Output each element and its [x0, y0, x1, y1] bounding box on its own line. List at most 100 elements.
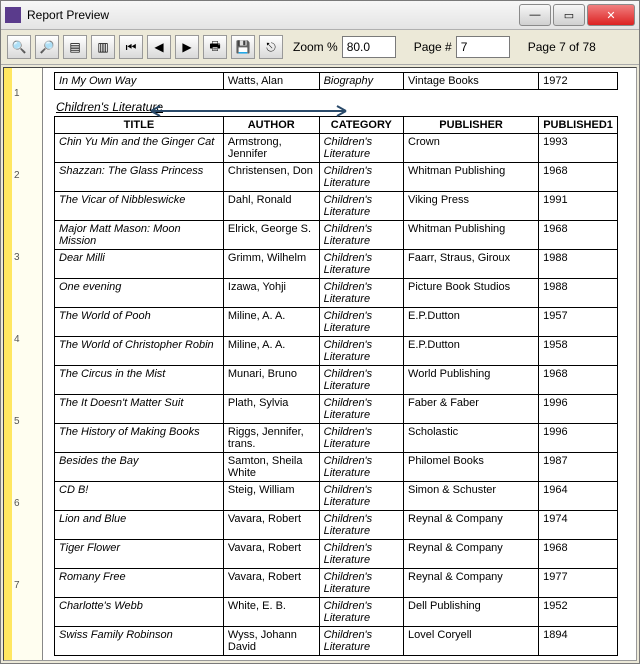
section-table: TITLEAUTHORCATEGORYPUBLISHERPUBLISHED1Ch… — [54, 116, 618, 656]
table-row: In My Own WayWatts, AlanBiographyVintage… — [55, 73, 618, 90]
cell-publisher: Simon & Schuster — [404, 482, 539, 511]
page-input[interactable] — [456, 36, 510, 58]
cell-category: Children's Literature — [319, 366, 403, 395]
section-header: Children's Literature — [56, 100, 618, 114]
prev-page-icon: ◀ — [154, 40, 163, 54]
exit-icon: ⎋ — [266, 40, 276, 55]
cell-published: 1968 — [539, 540, 618, 569]
zoom-out-button[interactable]: 🔎 — [35, 35, 59, 59]
cell-author: White, E. B. — [223, 598, 319, 627]
cell-publisher: Vintage Books — [404, 73, 539, 90]
cell-author: Elrick, George S. — [223, 221, 319, 250]
cell-title: The Vicar of Nibbleswicke — [55, 192, 224, 221]
cell-published: 1993 — [539, 134, 618, 163]
cell-category: Children's Literature — [319, 395, 403, 424]
maximize-button[interactable]: ▭ — [553, 4, 585, 26]
cell-category: Children's Literature — [319, 598, 403, 627]
cell-publisher: Dell Publishing — [404, 598, 539, 627]
fit-page-icon: ▤ — [69, 40, 80, 54]
close-button[interactable]: ✕ — [587, 4, 635, 26]
cell-published: 1988 — [539, 250, 618, 279]
table-row: Tiger FlowerVavara, RobertChildren's Lit… — [55, 540, 618, 569]
window-title: Report Preview — [27, 8, 519, 22]
next-page-icon: ▶ — [182, 40, 191, 54]
page-of-label: Page 7 of 78 — [528, 40, 596, 54]
cell-author: Steig, William — [223, 482, 319, 511]
cell-author: Samton, Sheila White — [223, 453, 319, 482]
next-page-button[interactable]: ▶ — [175, 35, 199, 59]
zoom-label: Zoom % — [293, 40, 338, 54]
zoom-input[interactable] — [342, 36, 396, 58]
save-icon: 💾 — [236, 40, 251, 54]
cell-title: Major Matt Mason: Moon Mission — [55, 221, 224, 250]
ruler-tick: 3 — [14, 252, 20, 263]
exit-button[interactable]: ⎋ — [259, 35, 283, 59]
cell-title: Besides the Bay — [55, 453, 224, 482]
window-buttons: — ▭ ✕ — [519, 4, 635, 26]
table-row: Lion and BlueVavara, RobertChildren's Li… — [55, 511, 618, 540]
ruler-tick: 4 — [14, 334, 20, 345]
table-row: Swiss Family RobinsonWyss, Johann DavidC… — [55, 627, 618, 656]
cell-published: 1964 — [539, 482, 618, 511]
zoom-in-button[interactable]: 🔍 — [7, 35, 31, 59]
page-label: Page # — [414, 40, 452, 54]
cell-category: Children's Literature — [319, 308, 403, 337]
table-row: The Vicar of NibbleswickeDahl, RonaldChi… — [55, 192, 618, 221]
cell-title: CD B! — [55, 482, 224, 511]
cell-author: Izawa, Yohji — [223, 279, 319, 308]
top-fragment-table: In My Own WayWatts, AlanBiographyVintage… — [54, 72, 618, 90]
cell-title: One evening — [55, 279, 224, 308]
table-row: Shazzan: The Glass PrincessChristensen, … — [55, 163, 618, 192]
cell-title: Swiss Family Robinson — [55, 627, 224, 656]
table-row: Dear MilliGrimm, WilhelmChildren's Liter… — [55, 250, 618, 279]
cell-publisher: Reynal & Company — [404, 569, 539, 598]
table-row: The History of Making BooksRiggs, Jennif… — [55, 424, 618, 453]
report-page: In My Own WayWatts, AlanBiographyVintage… — [46, 68, 626, 661]
cell-category: Children's Literature — [319, 337, 403, 366]
cell-publisher: Faarr, Straus, Giroux — [404, 250, 539, 279]
fit-page-button[interactable]: ▤ — [63, 35, 87, 59]
cell-title: The Circus in the Mist — [55, 366, 224, 395]
cell-author: Christensen, Don — [223, 163, 319, 192]
save-button[interactable]: 💾 — [231, 35, 255, 59]
table-row: The World of Christopher RobinMiline, A.… — [55, 337, 618, 366]
ruler-tick: 6 — [14, 498, 20, 509]
cell-published: 1894 — [539, 627, 618, 656]
cell-title: Romany Free — [55, 569, 224, 598]
cell-published: 1987 — [539, 453, 618, 482]
toolbar: 🔍 🔎 ▤ ▥ ⏮ ◀ ▶ 🖶 💾 ⎋ Zoom % Page # Page 7… — [1, 30, 639, 65]
cell-publisher: World Publishing — [404, 366, 539, 395]
annotation-arrow — [146, 102, 356, 120]
cell-category: Children's Literature — [319, 163, 403, 192]
cell-published: 1974 — [539, 511, 618, 540]
prev-page-button[interactable]: ◀ — [147, 35, 171, 59]
cell-author: Vavara, Robert — [223, 511, 319, 540]
cell-author: Vavara, Robert — [223, 540, 319, 569]
zoom-out-icon: 🔎 — [40, 40, 55, 54]
cell-publisher: Philomel Books — [404, 453, 539, 482]
preview-viewport[interactable]: 1234567 In My Own WayWatts, AlanBiograph… — [3, 67, 637, 661]
table-row: Besides the BaySamton, Sheila WhiteChild… — [55, 453, 618, 482]
cell-published: 1968 — [539, 221, 618, 250]
cell-title: The World of Christopher Robin — [55, 337, 224, 366]
ruler-tick: 2 — [14, 170, 20, 181]
cell-publisher: Scholastic — [404, 424, 539, 453]
report-preview-window: Report Preview — ▭ ✕ 🔍 🔎 ▤ ▥ ⏮ ◀ ▶ 🖶 💾 ⎋… — [0, 0, 640, 664]
print-button[interactable]: 🖶 — [203, 35, 227, 59]
titlebar: Report Preview — ▭ ✕ — [1, 1, 639, 30]
cell-title: Chin Yu Min and the Ginger Cat — [55, 134, 224, 163]
first-page-button[interactable]: ⏮ — [119, 35, 143, 59]
minimize-button[interactable]: — — [519, 4, 551, 26]
fit-width-button[interactable]: ▥ — [91, 35, 115, 59]
cell-publisher: Lovel Coryell — [404, 627, 539, 656]
cell-title: The World of Pooh — [55, 308, 224, 337]
cell-publisher: E.P.Dutton — [404, 308, 539, 337]
cell-publisher: Viking Press — [404, 192, 539, 221]
cell-published: 1972 — [539, 73, 618, 90]
cell-author: Riggs, Jennifer, trans. — [223, 424, 319, 453]
table-row: Major Matt Mason: Moon MissionElrick, Ge… — [55, 221, 618, 250]
cell-author: Grimm, Wilhelm — [223, 250, 319, 279]
cell-category: Children's Literature — [319, 569, 403, 598]
table-row: CD B!Steig, WilliamChildren's Literature… — [55, 482, 618, 511]
cell-category: Children's Literature — [319, 279, 403, 308]
